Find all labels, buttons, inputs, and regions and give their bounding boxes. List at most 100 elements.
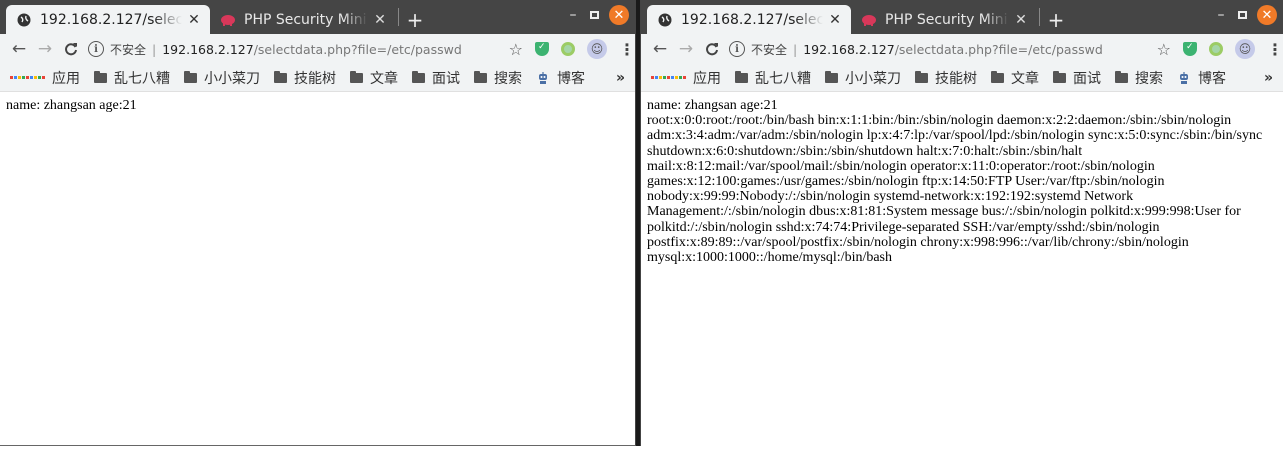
folder-icon: [184, 70, 197, 83]
folder-icon: [915, 70, 928, 83]
apps-icon: [651, 76, 686, 79]
folder-icon: [94, 70, 107, 83]
content-line: polkitd:/:/sbin/nologin sshd:x:74:74:Pri…: [647, 219, 1160, 235]
url-host: 192.168.2.127: [803, 41, 895, 57]
new-tab-button[interactable]: +: [1042, 5, 1070, 34]
bookmark-label: 技能树: [294, 70, 336, 87]
bookmark-apps[interactable]: 应用: [651, 68, 721, 88]
tab-php-security[interactable]: PHP Security Mini Guide ✕: [210, 5, 396, 34]
tab-strip: 192.168.2.127/selectdata.php?file=/etc/p…: [641, 0, 1283, 34]
forward-icon[interactable]: →: [673, 36, 699, 62]
tab-selectdata[interactable]: 192.168.2.127/selectdata.php?file=/etc/p…: [647, 5, 851, 34]
back-icon[interactable]: ←: [647, 36, 673, 62]
robot-icon: [1177, 71, 1191, 85]
maximize-icon[interactable]: [590, 11, 599, 19]
close-tab-icon[interactable]: ✕: [1013, 12, 1029, 28]
info-icon[interactable]: i: [88, 41, 104, 57]
browser-window-left: 192.168.2.127/selectdata.php?file=/etc/p…: [0, 0, 636, 446]
circle-extension-icon[interactable]: [1209, 42, 1223, 56]
content-line: games:x:12:100:games:/usr/games:/sbin/no…: [647, 174, 1165, 190]
bookmark-star-icon[interactable]: ☆: [1157, 40, 1171, 59]
bookmark-folder[interactable]: 技能树: [274, 68, 336, 88]
bookmark-folder[interactable]: 小小菜刀: [825, 68, 901, 88]
folder-icon: [825, 70, 838, 83]
php-elephant-icon: [220, 12, 236, 28]
bookmark-folder[interactable]: 小小菜刀: [184, 68, 260, 88]
bookmark-blog[interactable]: 博客: [536, 68, 585, 88]
bookmark-folder[interactable]: 面试: [1053, 68, 1101, 88]
info-icon[interactable]: i: [729, 41, 745, 57]
bookmark-label: 小小菜刀: [204, 70, 260, 87]
folder-icon: [735, 70, 748, 83]
bookmarks-bar: 应用 乱七八糟 小小菜刀 技能树 文章 面试 搜索 博客 »: [0, 64, 635, 92]
window-controls: – ✕: [1214, 5, 1277, 25]
tab-separator: [1039, 8, 1040, 26]
tab-title: 192.168.2.127/selectdata.php?file=/etc/p…: [681, 11, 823, 28]
bookmark-label: 博客: [1198, 70, 1226, 87]
circle-extension-icon[interactable]: [561, 42, 575, 56]
close-window-icon[interactable]: ✕: [1257, 5, 1277, 25]
bookmark-blog[interactable]: 博客: [1177, 68, 1226, 88]
tab-title: PHP Security Mini Guide: [885, 11, 1009, 28]
toolbar-actions: ☆ ☺ ⋮: [1157, 39, 1283, 59]
toolbar-actions: ☆ ☺ ⋮: [509, 39, 635, 59]
menu-kebab-icon[interactable]: ⋮: [619, 40, 635, 59]
reload-icon[interactable]: [58, 36, 84, 62]
menu-kebab-icon[interactable]: ⋮: [1267, 40, 1283, 59]
profile-avatar-icon[interactable]: ☺: [1235, 39, 1255, 59]
tab-title: 192.168.2.127/selectdata.php?file=/etc/p…: [40, 11, 182, 28]
bookmarks-bar: 应用 乱七八糟 小小菜刀 技能树 文章 面试 搜索 博客 »: [641, 64, 1283, 92]
shield-extension-icon[interactable]: [1183, 42, 1197, 56]
new-tab-button[interactable]: +: [401, 5, 429, 34]
bookmark-folder[interactable]: 面试: [412, 68, 460, 88]
tab-php-security[interactable]: PHP Security Mini Guide ✕: [851, 5, 1037, 34]
bookmarks-overflow-button[interactable]: »: [616, 70, 625, 86]
minimize-icon[interactable]: –: [566, 7, 580, 23]
tab-selectdata[interactable]: 192.168.2.127/selectdata.php?file=/etc/p…: [6, 5, 210, 34]
page-content: name: zhangsan age:21: [0, 92, 635, 119]
address-bar[interactable]: i 不安全 | 192.168.2.127/selectdata.php?fil…: [88, 36, 501, 62]
bookmark-label: 面试: [1073, 70, 1101, 87]
bookmark-label: 面试: [432, 70, 460, 87]
close-tab-icon[interactable]: ✕: [372, 12, 388, 28]
omnibox-separator: |: [793, 41, 798, 57]
content-line: adm:x:3:4:adm:/var/adm:/sbin/nologin lp:…: [647, 128, 1263, 144]
profile-avatar-icon[interactable]: ☺: [587, 39, 607, 59]
back-icon[interactable]: ←: [6, 36, 32, 62]
browser-window-right: 192.168.2.127/selectdata.php?file=/etc/p…: [640, 0, 1283, 446]
bookmark-label: 小小菜刀: [845, 70, 901, 87]
bookmark-star-icon[interactable]: ☆: [509, 40, 523, 59]
bookmark-folder[interactable]: 搜索: [474, 68, 522, 88]
bookmark-folder[interactable]: 文章: [350, 68, 398, 88]
omnibox-separator: |: [152, 41, 157, 57]
maximize-icon[interactable]: [1238, 11, 1247, 19]
close-window-icon[interactable]: ✕: [609, 5, 629, 25]
content-line: mysql:x:1000:1000::/home/mysql:/bin/bash: [647, 250, 893, 266]
minimize-icon[interactable]: –: [1214, 7, 1228, 23]
bookmarks-overflow-button[interactable]: »: [1264, 70, 1273, 86]
content-line: shutdown:x:6:0:shutdown:/sbin:/sbin/shut…: [647, 143, 1083, 159]
shield-extension-icon[interactable]: [535, 42, 549, 56]
bookmark-label: 文章: [1011, 70, 1039, 87]
bookmark-folder[interactable]: 文章: [991, 68, 1039, 88]
globe-icon: [16, 12, 32, 28]
bookmark-folder[interactable]: 技能树: [915, 68, 977, 88]
bookmark-folder[interactable]: 搜索: [1115, 68, 1163, 88]
tab-title: PHP Security Mini Guide: [244, 11, 368, 28]
content-line: root:x:0:0:root:/root:/bin/bash bin:x:1:…: [647, 113, 1232, 129]
close-tab-icon[interactable]: ✕: [827, 12, 843, 28]
address-bar[interactable]: i 不安全 | 192.168.2.127/selectdata.php?fil…: [729, 36, 1149, 62]
forward-icon[interactable]: →: [32, 36, 58, 62]
reload-icon[interactable]: [699, 36, 725, 62]
folder-icon: [991, 70, 1004, 83]
robot-icon: [536, 71, 550, 85]
folder-icon: [1053, 70, 1066, 83]
close-tab-icon[interactable]: ✕: [186, 12, 202, 28]
bookmark-apps[interactable]: 应用: [10, 68, 80, 88]
php-elephant-icon: [861, 12, 877, 28]
content-line: name: zhangsan age:21: [647, 98, 778, 113]
bookmark-folder[interactable]: 乱七八糟: [735, 68, 811, 88]
bookmark-folder[interactable]: 乱七八糟: [94, 68, 170, 88]
content-line: mail:x:8:12:mail:/var/spool/mail:/sbin/n…: [647, 158, 1155, 174]
bookmark-label: 文章: [370, 70, 398, 87]
